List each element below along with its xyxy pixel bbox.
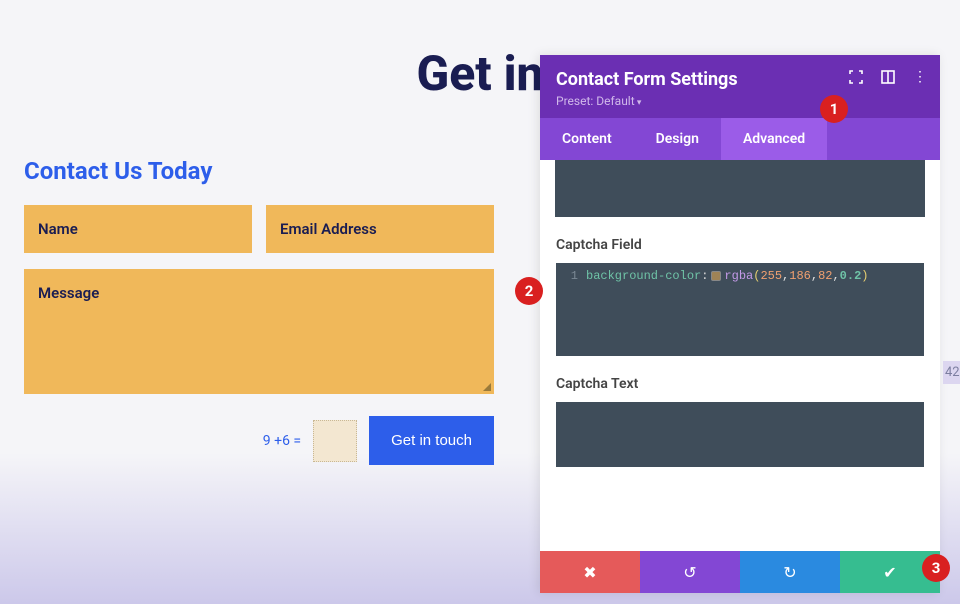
panel-header-icons: ⋮ xyxy=(848,69,928,85)
undo-icon: ↺ xyxy=(683,563,696,582)
code-editor-prev[interactable] xyxy=(555,160,925,217)
columns-icon[interactable] xyxy=(880,69,896,85)
close-paren: ) xyxy=(861,269,868,283)
css-num: 255 xyxy=(760,269,782,283)
open-paren: ( xyxy=(753,269,760,283)
section-label-captcha-field: Captcha Field xyxy=(556,237,924,253)
check-icon: ✔ xyxy=(883,563,896,582)
captcha-equation: 9 +6 = xyxy=(263,433,301,449)
captcha-row: 9 +6 = Get in touch xyxy=(24,416,494,465)
submit-button[interactable]: Get in touch xyxy=(369,416,494,465)
annotation-badge-1: 1 xyxy=(820,95,848,123)
panel-tabs: Content Design Advanced xyxy=(540,118,940,160)
contact-form: Name Email Address Message 9 +6 = Get in… xyxy=(24,205,494,465)
expand-icon[interactable] xyxy=(848,69,864,85)
close-icon: ✖ xyxy=(583,563,596,582)
line-number: 1 xyxy=(564,269,578,283)
code-line: 1 background-color:rgba(255,186,82,0.2) xyxy=(564,269,916,283)
name-field[interactable]: Name xyxy=(24,205,252,253)
css-property: background-color xyxy=(586,269,701,283)
preset-dropdown[interactable]: Preset: Default xyxy=(556,94,924,108)
redo-icon: ↻ xyxy=(783,563,796,582)
section-label-captcha-text: Captcha Text xyxy=(556,376,924,392)
cancel-button[interactable]: ✖ xyxy=(540,551,640,593)
css-colon: : xyxy=(701,269,708,283)
color-swatch-icon xyxy=(711,271,721,281)
tab-content[interactable]: Content xyxy=(540,118,634,160)
css-num: 82 xyxy=(818,269,832,283)
tab-design[interactable]: Design xyxy=(634,118,721,160)
panel-footer: ✖ ↺ ↻ ✔ xyxy=(540,551,940,593)
undo-button[interactable]: ↺ xyxy=(640,551,740,593)
tab-advanced[interactable]: Advanced xyxy=(721,118,827,160)
redo-button[interactable]: ↻ xyxy=(740,551,840,593)
form-row: Name Email Address xyxy=(24,205,494,253)
panel-header: Contact Form Settings Preset: Default ⋮ xyxy=(540,55,940,118)
edge-number: 42 xyxy=(943,361,960,384)
annotation-badge-3: 3 xyxy=(922,554,950,582)
more-icon[interactable]: ⋮ xyxy=(912,69,928,85)
settings-panel: Contact Form Settings Preset: Default ⋮ … xyxy=(540,55,940,593)
email-field[interactable]: Email Address xyxy=(266,205,494,253)
code-editor-captcha-text[interactable] xyxy=(556,402,924,467)
captcha-input[interactable] xyxy=(313,420,357,462)
annotation-badge-2: 2 xyxy=(515,277,543,305)
css-num: 186 xyxy=(789,269,811,283)
message-field[interactable]: Message xyxy=(24,269,494,394)
resize-handle-icon[interactable] xyxy=(483,383,491,391)
code-editor-captcha-field[interactable]: 1 background-color:rgba(255,186,82,0.2) xyxy=(556,263,924,356)
panel-body: Captcha Field 1 background-color: rgba(25… xyxy=(540,160,940,551)
css-func: rgba xyxy=(724,269,753,283)
css-alpha: 0.2 xyxy=(840,269,862,283)
message-placeholder: Message xyxy=(38,284,99,302)
